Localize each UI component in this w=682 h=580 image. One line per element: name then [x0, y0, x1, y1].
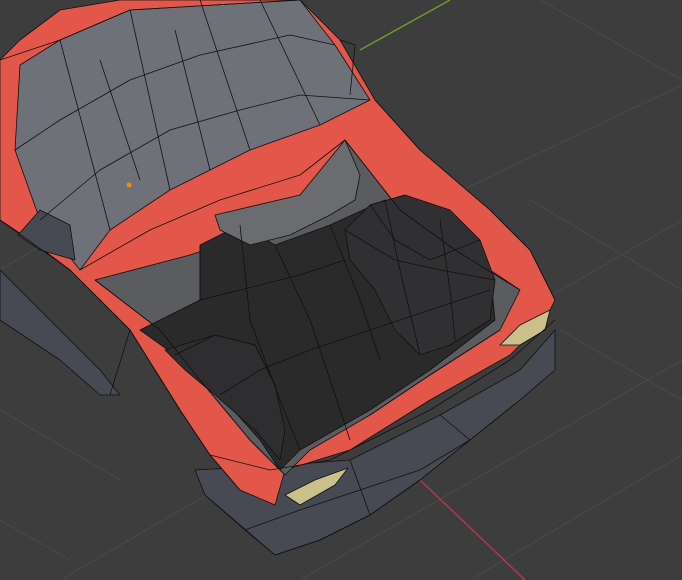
object-origin-point[interactable]: [126, 182, 132, 188]
3d-viewport[interactable]: [0, 0, 682, 580]
y-axis-line: [359, 0, 451, 51]
car-mesh[interactable]: [0, 0, 556, 556]
viewport-canvas[interactable]: [0, 0, 682, 580]
x-axis-line: [419, 479, 526, 580]
